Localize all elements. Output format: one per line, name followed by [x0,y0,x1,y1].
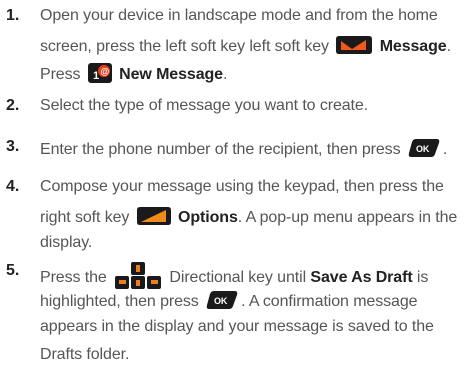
message-softkey-icon [336,36,373,54]
step-1-line-3: Press 1 @ New Message. [40,62,227,85]
step-text: screen, press the left soft key left sof… [40,38,329,55]
svg-text:OK: OK [416,144,430,154]
step-text: display. [40,234,93,251]
directional-key-icon [115,262,162,289]
step-text: appears in the display and your message … [40,318,434,335]
step-5-line-1: Press the Directional key until Save As … [40,261,428,291]
step-5-line-3: appears in the display and your message … [40,317,434,337]
svg-text:@: @ [100,67,109,77]
svg-text:OK: OK [214,296,228,306]
step-3-line-1: Enter the phone number of the recipient,… [40,137,447,160]
step-bold-text: Options [178,209,238,226]
step-text: . [222,66,228,83]
step-5-line-2: highlighted, then press OK . A confirmat… [40,289,418,312]
step-number: 2. [6,97,20,114]
ok-key-icon: OK [408,139,440,157]
step-number: 1. [6,7,20,24]
ok-key-icon: OK [206,291,238,309]
step-text: Open your device in landscape mode and f… [40,7,438,24]
step-number: 5. [6,262,20,279]
step-text: is [416,269,429,286]
new-message-icon: 1 @ [87,63,112,83]
step-number: 4. [6,178,20,195]
step-bold-text: Message [379,38,447,55]
options-softkey-icon [136,207,171,225]
step-text: Directional key until [169,269,307,286]
step-2-line-1: Select the type of message you want to c… [40,96,368,116]
step-text: Enter the phone number of the recipient,… [40,141,401,158]
step-text: right soft key [40,209,130,226]
step-text: . [446,38,451,55]
step-text: Compose your message using the keypad, t… [40,178,444,195]
step-4-line-3: display. [40,233,92,253]
step-4-line-2: right soft key Options. A pop-up menu ap… [40,205,457,228]
step-text: . A pop-up menu appears in the [237,209,458,226]
step-1-line-2: screen, press the left soft key left sof… [40,34,451,57]
step-text: Press the [40,269,107,286]
step-1-line-1: Open your device in landscape mode and f… [40,6,438,26]
step-text: Press [40,66,81,83]
step-text: Drafts folder. [40,346,130,363]
step-5-line-4: Drafts folder. [40,345,129,365]
step-number: 3. [6,138,20,155]
step-text: . A confirmation message [241,293,418,310]
step-bold-text: New Message [119,66,223,83]
step-text: . [442,141,448,158]
step-text: Select the type of message you want to c… [40,97,369,114]
step-bold-text: Save As Draft [310,269,413,286]
step-text: highlighted, then press [40,293,199,310]
step-4-line-1: Compose your message using the keypad, t… [40,177,444,197]
